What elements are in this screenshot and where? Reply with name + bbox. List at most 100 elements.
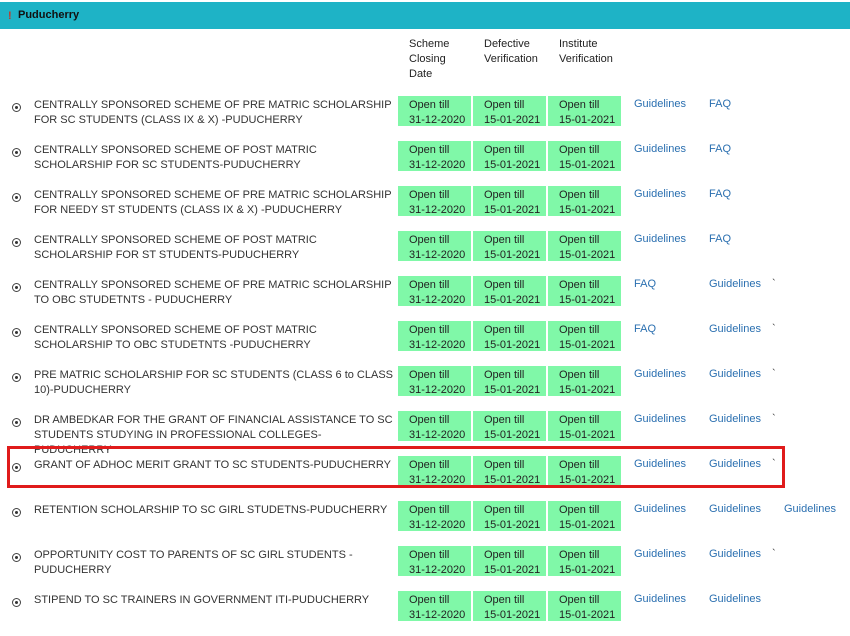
- institute-verification-cell: Open till 15-01-2021: [548, 366, 621, 396]
- institute-verification-cell: Open till 15-01-2021: [548, 276, 621, 306]
- status-text: Open till: [409, 324, 450, 336]
- guidelines-link[interactable]: Guidelines: [634, 548, 686, 560]
- scheme-name: RETENTION SCHOLARSHIP TO SC GIRL STUDETN…: [34, 504, 388, 516]
- faq-link[interactable]: FAQ: [709, 233, 731, 245]
- status-date: 15-01-2021: [484, 474, 541, 486]
- guidelines-link[interactable]: Guidelines: [709, 593, 761, 605]
- faq-link[interactable]: FAQ: [634, 323, 656, 335]
- state-header[interactable]: ! Puducherry: [0, 2, 850, 29]
- scheme-radio-button[interactable]: [12, 148, 21, 157]
- status-date: 31-12-2020: [409, 294, 466, 306]
- scheme-row: CENTRALLY SPONSORED SCHEME OF POST MATRI…: [0, 231, 850, 276]
- status-text: Open till: [484, 594, 525, 606]
- guidelines-link[interactable]: Guidelines: [634, 98, 686, 110]
- scheme-name: PRE MATRIC SCHOLARSHIP FOR SC STUDENTS (…: [34, 369, 394, 396]
- closing-date-cell: Open till 31-12-2020: [398, 231, 471, 261]
- closing-date-cell: Open till 31-12-2020: [398, 456, 471, 486]
- scheme-name: OPPORTUNITY COST TO PARENTS OF SC GIRL S…: [34, 549, 353, 576]
- scheme-row: CENTRALLY SPONSORED SCHEME OF PRE MATRIC…: [0, 186, 850, 231]
- status-text: Open till: [484, 99, 525, 111]
- scheme-radio-button[interactable]: [12, 508, 21, 517]
- closing-date-cell: Open till 31-12-2020: [398, 591, 471, 621]
- scheme-radio-button[interactable]: [12, 238, 21, 247]
- guidelines-link[interactable]: Guidelines: [634, 593, 686, 605]
- faq-link[interactable]: FAQ: [709, 143, 731, 155]
- status-date: 15-01-2021: [484, 609, 541, 621]
- institute-verification-cell: Open till 15-01-2021: [548, 501, 621, 531]
- status-text: Open till: [484, 144, 525, 156]
- guidelines-link[interactable]: Guidelines: [709, 323, 761, 335]
- scheme-radio-button[interactable]: [12, 328, 21, 337]
- scheme-radio-button[interactable]: [12, 418, 21, 427]
- closing-date-cell: Open till 31-12-2020: [398, 141, 471, 171]
- closing-date-cell: Open till 31-12-2020: [398, 411, 471, 441]
- faq-link[interactable]: FAQ: [709, 98, 731, 110]
- status-date: 15-01-2021: [559, 519, 616, 531]
- status-date: 15-01-2021: [484, 564, 541, 576]
- scheme-radio-button[interactable]: [12, 373, 21, 382]
- status-text: Open till: [409, 189, 450, 201]
- status-date: 15-01-2021: [559, 474, 616, 486]
- status-text: Open till: [559, 324, 600, 336]
- scheme-name: STIPEND TO SC TRAINERS IN GOVERNMENT ITI…: [34, 594, 370, 606]
- institute-verification-cell: Open till 15-01-2021: [548, 186, 621, 216]
- guidelines-link[interactable]: Guidelines: [634, 413, 686, 425]
- status-date: 31-12-2020: [409, 519, 466, 531]
- status-text: Open till: [559, 234, 600, 246]
- guidelines-link[interactable]: Guidelines: [634, 188, 686, 200]
- status-text: Open till: [559, 144, 600, 156]
- guidelines-link[interactable]: Guidelines: [709, 278, 761, 290]
- column-header-institute-verification: Institute Verification: [559, 38, 613, 65]
- status-date: 15-01-2021: [484, 249, 541, 261]
- status-text: Open till: [409, 279, 450, 291]
- status-text: Open till: [484, 549, 525, 561]
- status-text: Open till: [559, 369, 600, 381]
- status-text: Open till: [559, 504, 600, 516]
- scheme-radio-button[interactable]: [12, 463, 21, 472]
- guidelines-link[interactable]: Guidelines: [634, 503, 686, 515]
- status-text: Open till: [409, 369, 450, 381]
- faq-link[interactable]: FAQ: [634, 278, 656, 290]
- scheme-row: RETENTION SCHOLARSHIP TO SC GIRL STUDETN…: [0, 501, 850, 546]
- guidelines-link[interactable]: Guidelines: [634, 233, 686, 245]
- guidelines-link[interactable]: Guidelines: [709, 548, 761, 560]
- status-date: 15-01-2021: [484, 204, 541, 216]
- status-text: Open till: [484, 189, 525, 201]
- scheme-radio-button[interactable]: [12, 103, 21, 112]
- status-text: Open till: [559, 459, 600, 471]
- guidelines-link[interactable]: Guidelines: [784, 503, 836, 515]
- status-date: 31-12-2020: [409, 204, 466, 216]
- guidelines-link[interactable]: Guidelines: [709, 413, 761, 425]
- faq-link[interactable]: FAQ: [709, 188, 731, 200]
- scheme-row: CENTRALLY SPONSORED SCHEME OF POST MATRI…: [0, 141, 850, 186]
- guidelines-link[interactable]: Guidelines: [634, 143, 686, 155]
- backtick-mark: `: [772, 323, 776, 335]
- defective-verification-cell: Open till 15-01-2021: [473, 546, 546, 576]
- guidelines-link[interactable]: Guidelines: [634, 368, 686, 380]
- scheme-row: CENTRALLY SPONSORED SCHEME OF PRE MATRIC…: [0, 96, 850, 141]
- status-text: Open till: [484, 279, 525, 291]
- alert-icon: !: [8, 10, 12, 22]
- guidelines-link[interactable]: Guidelines: [634, 458, 686, 470]
- scheme-radio-button[interactable]: [12, 193, 21, 202]
- status-text: Open till: [559, 414, 600, 426]
- guidelines-link[interactable]: Guidelines: [709, 368, 761, 380]
- status-date: 15-01-2021: [484, 429, 541, 441]
- column-header-defective-verification: Defective Verification: [484, 38, 538, 65]
- scheme-radio-button[interactable]: [12, 553, 21, 562]
- status-text: Open till: [559, 594, 600, 606]
- status-text: Open till: [409, 414, 450, 426]
- scheme-radio-button[interactable]: [12, 598, 21, 607]
- backtick-mark: `: [772, 368, 776, 380]
- institute-verification-cell: Open till 15-01-2021: [548, 321, 621, 351]
- status-date: 15-01-2021: [559, 339, 616, 351]
- status-date: 15-01-2021: [484, 294, 541, 306]
- guidelines-link[interactable]: Guidelines: [709, 458, 761, 470]
- status-text: Open till: [409, 549, 450, 561]
- scheme-radio-button[interactable]: [12, 283, 21, 292]
- scheme-row: CENTRALLY SPONSORED SCHEME OF POST MATRI…: [0, 321, 850, 366]
- scheme-name: CENTRALLY SPONSORED SCHEME OF POST MATRI…: [34, 324, 317, 351]
- status-date: 15-01-2021: [484, 159, 541, 171]
- status-text: Open till: [484, 369, 525, 381]
- guidelines-link[interactable]: Guidelines: [709, 503, 761, 515]
